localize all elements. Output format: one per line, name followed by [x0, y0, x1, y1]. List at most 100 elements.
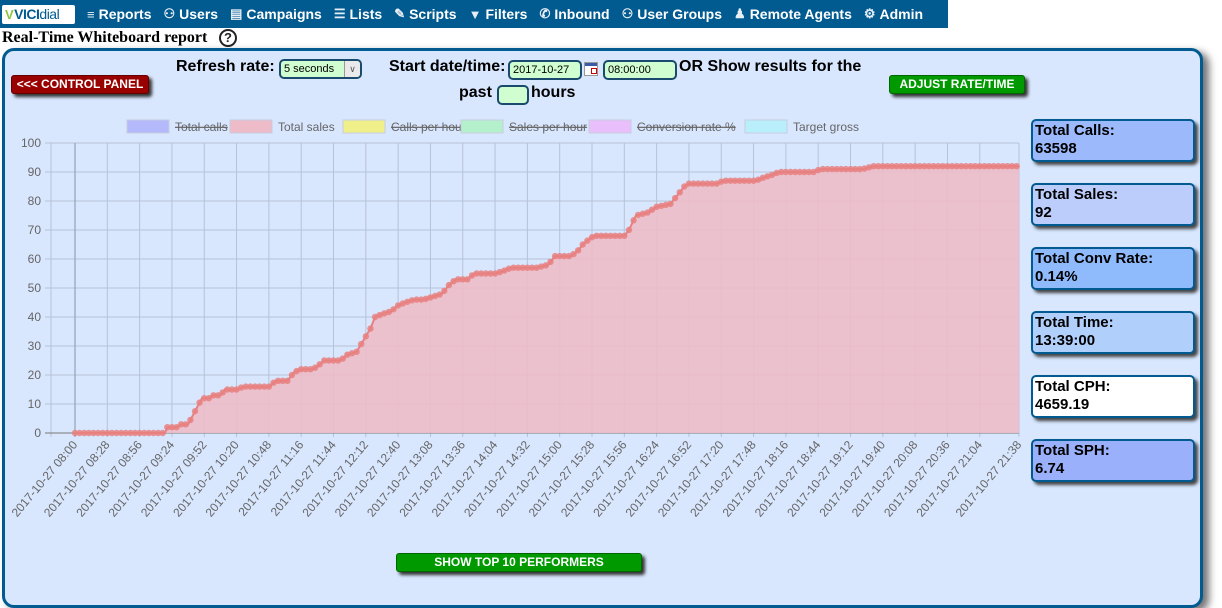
- y-tick-label: 100: [21, 136, 41, 150]
- past-hours-input[interactable]: [497, 85, 529, 105]
- nav-item-scripts[interactable]: ✎ Scripts: [394, 6, 456, 22]
- hours-label: hours: [531, 84, 576, 101]
- legend-item-total-sales[interactable]: Total sales: [229, 119, 335, 134]
- chart-series: [71, 163, 1020, 437]
- nav-menu: ≡ Reports ⚇ Users ▤ Campaigns ☰ Lists ✎ Scripts ▼ F…: [75, 6, 923, 22]
- top-nav-bar: V VICI dial ≡ Reports ⚇ Users ▤ Campaigns ☰ Lis…: [0, 0, 948, 28]
- control-panel-button[interactable]: <<< CONTROL PANEL: [11, 75, 149, 94]
- legend-label: Target gross: [793, 120, 859, 134]
- data-point[interactable]: [159, 429, 166, 437]
- stat-value: 6.74: [1035, 460, 1065, 477]
- data-point[interactable]: [1013, 163, 1020, 170]
- nav-item-label: Campaigns: [246, 6, 322, 22]
- legend-label: Sales per hour: [509, 120, 587, 134]
- legend-swatch: [588, 119, 632, 134]
- legend-swatch: [744, 119, 788, 134]
- logo-text-dial: dial: [39, 6, 60, 22]
- nav-item-inbound[interactable]: ✆ Inbound: [539, 6, 609, 22]
- y-tick-label: 20: [28, 368, 42, 382]
- data-point[interactable]: [621, 232, 628, 239]
- nav-item-remote-agents[interactable]: ♟ Remote Agents: [734, 6, 852, 22]
- legend-swatch: [229, 119, 273, 134]
- stat-label: Total Calls:: [1035, 122, 1115, 139]
- nav-item-label: Scripts: [409, 6, 457, 22]
- nav-item-users[interactable]: ⚇ Users: [164, 6, 219, 22]
- data-point[interactable]: [547, 258, 554, 266]
- legend-item-target-gross[interactable]: Target gross: [744, 119, 859, 134]
- y-axis-ticks: 0 10 20 30 40 50 60 70 80 90 100: [21, 136, 41, 440]
- nav-item-label: Users: [179, 6, 219, 22]
- data-point[interactable]: [187, 416, 194, 424]
- refresh-rate-select[interactable]: 5 seconds ∨: [279, 59, 362, 79]
- nav-item-reports[interactable]: ≡ Reports: [87, 6, 152, 22]
- y-tick-label: 0: [34, 426, 41, 440]
- logo-mark: V: [5, 6, 14, 22]
- adjust-rate-time-button[interactable]: ADJUST RATE/TIME: [889, 75, 1025, 94]
- y-tick-label: 40: [28, 310, 42, 324]
- data-point[interactable]: [574, 247, 582, 254]
- legend-label: Calls per hour: [391, 120, 466, 134]
- nav-item-label: Inbound: [554, 6, 610, 22]
- nav-item-admin[interactable]: ⚙ Admin: [864, 6, 923, 22]
- vicidial-logo[interactable]: V VICI dial: [2, 4, 75, 24]
- nav-item-campaigns[interactable]: ▤ Campaigns: [230, 6, 322, 22]
- refresh-rate-label: Refresh rate:: [176, 58, 275, 75]
- show-top-10-performers-button[interactable]: SHOW TOP 10 PERFORMERS: [396, 553, 642, 572]
- nav-item-filters[interactable]: ▼ Filters: [469, 6, 528, 22]
- nav-item-label: Remote Agents: [749, 6, 852, 22]
- nav-item-label: Lists: [349, 6, 383, 22]
- data-point[interactable]: [353, 348, 360, 355]
- data-point[interactable]: [284, 377, 291, 384]
- or-show-results-label: OR Show results for the: [679, 58, 862, 75]
- start-datetime-label: Start date/time:: [389, 58, 506, 75]
- refresh-rate-value: 5 seconds: [284, 63, 335, 75]
- data-point[interactable]: [671, 194, 679, 202]
- data-point[interactable]: [630, 217, 637, 224]
- calendar-icon[interactable]: [584, 62, 598, 76]
- legend-label: Total calls: [175, 120, 228, 134]
- data-point[interactable]: [191, 408, 199, 415]
- stat-box-total-sph: Total SPH: 6.74: [1031, 439, 1195, 482]
- stat-box-total-time: Total Time: 13:39:00: [1031, 311, 1195, 354]
- remote-agents-icon: ♟: [734, 6, 746, 21]
- logo-text-vici: VICI: [14, 6, 40, 22]
- y-tick-label: 60: [28, 252, 42, 266]
- legend-swatch: [342, 119, 386, 134]
- data-point[interactable]: [441, 287, 448, 295]
- help-icon[interactable]: ?: [219, 29, 237, 47]
- phone-icon: ✆: [539, 6, 551, 21]
- data-point[interactable]: [667, 200, 674, 208]
- filter-icon: ▼: [468, 6, 482, 22]
- stat-label: Total Time:: [1035, 314, 1114, 331]
- start-time-input[interactable]: 08:00:00: [603, 60, 677, 80]
- legend-label: Conversion rate %: [637, 120, 736, 134]
- nav-item-lists[interactable]: ☰ Lists: [334, 6, 382, 22]
- legend-item-total-calls[interactable]: Total calls: [126, 119, 228, 134]
- y-tick-label: 50: [28, 281, 42, 295]
- y-tick-label: 30: [28, 339, 42, 353]
- stat-value: 0.14%: [1035, 268, 1078, 285]
- legend-swatch: [460, 119, 504, 134]
- start-date-input[interactable]: 2017-10-27: [508, 60, 582, 80]
- stat-value: 63598: [1035, 140, 1077, 157]
- legend-item-conversion-rate[interactable]: Conversion rate %: [588, 119, 736, 134]
- user-groups-icon: ⚇: [621, 6, 634, 21]
- data-point[interactable]: [358, 340, 365, 348]
- nav-item-label: Admin: [879, 6, 924, 22]
- stat-label: Total SPH:: [1035, 442, 1110, 459]
- data-point[interactable]: [367, 325, 374, 332]
- campaigns-icon: ▤: [230, 6, 243, 21]
- page-title: Real-Time Whiteboard report: [2, 29, 208, 46]
- y-tick-label: 90: [28, 165, 42, 179]
- stat-label: Total Conv Rate:: [1035, 250, 1154, 267]
- data-point[interactable]: [676, 189, 683, 196]
- legend-item-sales-per-hour[interactable]: Sales per hour: [460, 119, 587, 134]
- nav-item-user-groups[interactable]: ⚇ User Groups: [622, 6, 722, 22]
- legend-item-calls-per-hour[interactable]: Calls per hour: [342, 119, 466, 134]
- stat-value: 4659.19: [1035, 396, 1090, 413]
- lists-icon: ☰: [333, 6, 346, 21]
- data-point[interactable]: [625, 226, 633, 234]
- nav-item-label: User Groups: [637, 6, 723, 22]
- chart-legend: Total calls Total sales Calls per hour Sale…: [126, 119, 859, 134]
- data-point[interactable]: [362, 333, 370, 340]
